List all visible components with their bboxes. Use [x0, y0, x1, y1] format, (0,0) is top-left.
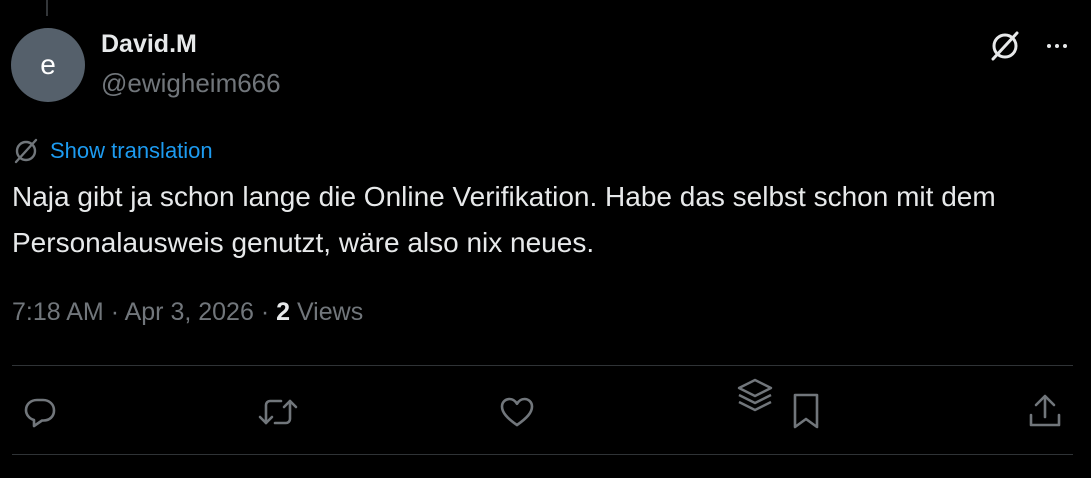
share-button[interactable]: [1024, 390, 1066, 432]
repost-button[interactable]: [256, 392, 300, 432]
thread-connector-line: [46, 0, 48, 16]
tweet-date[interactable]: Apr 3, 2026: [125, 298, 254, 326]
author-handle[interactable]: @ewigheim666: [101, 68, 281, 99]
grok-icon: [991, 31, 1019, 61]
repost-icon: [258, 399, 298, 425]
more-options-button[interactable]: [1040, 34, 1074, 58]
reply-button[interactable]: [20, 392, 60, 432]
meta-separator-2: ·: [260, 298, 270, 326]
views-label: Views: [296, 298, 364, 326]
divider-bottom: [12, 454, 1073, 455]
reply-icon: [24, 398, 56, 428]
translate-row[interactable]: Show translation: [12, 136, 213, 166]
views-count: 2: [276, 298, 290, 326]
translate-icon: [14, 138, 38, 164]
grok-button[interactable]: [987, 28, 1023, 64]
meta-separator: ·: [110, 298, 120, 326]
bookmark-button[interactable]: [787, 390, 825, 432]
show-translation-link[interactable]: Show translation: [50, 138, 213, 164]
like-icon: [500, 397, 534, 427]
share-icon: [1029, 394, 1061, 427]
more-dots-icon: [1047, 44, 1051, 48]
more-dots-icon-dot: [1063, 44, 1067, 48]
avatar-letter: e: [40, 49, 56, 80]
author-display-name[interactable]: David.M: [101, 30, 197, 59]
divider: [12, 365, 1073, 366]
tweet-detail: e David.M @ewigheim666 Show translation …: [0, 0, 1091, 478]
tweet-text: Naja gibt ja schon lange die Online Veri…: [12, 181, 996, 258]
tweet-meta: 7:18 AM · Apr 3, 2026 · 2 Views: [12, 298, 363, 327]
like-button[interactable]: [497, 392, 537, 432]
layers-icon: [737, 378, 773, 412]
bookmark-icon: [793, 393, 819, 429]
avatar[interactable]: e: [11, 28, 85, 102]
more-dots-icon-dot: [1055, 44, 1059, 48]
tweet-time[interactable]: 7:18 AM: [12, 298, 104, 326]
layers-button[interactable]: [734, 376, 776, 416]
